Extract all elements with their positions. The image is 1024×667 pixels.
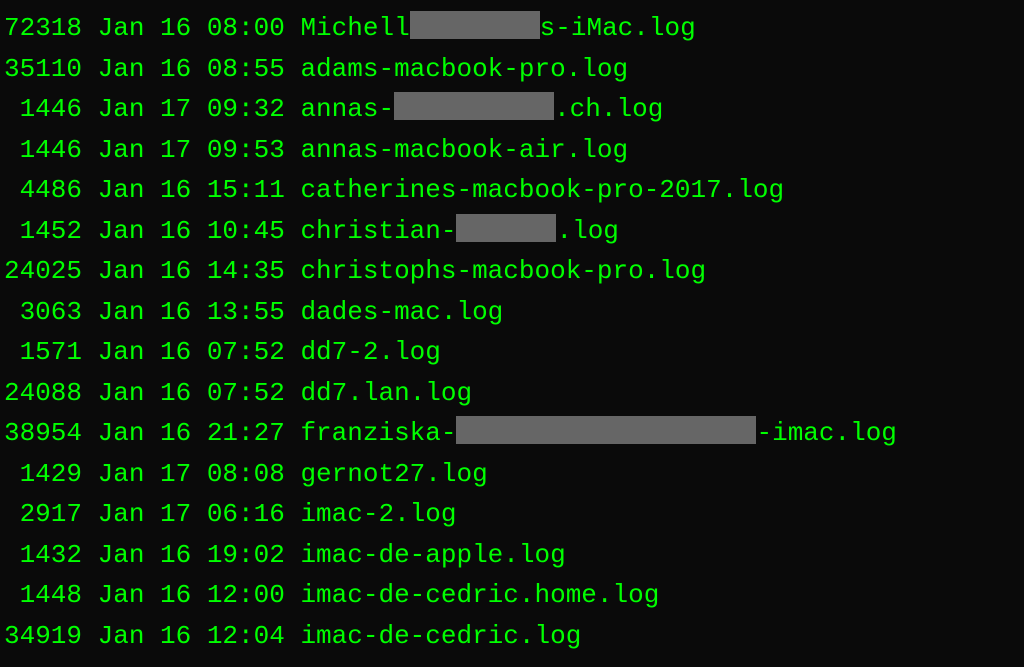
file-date: Jan 17 08:08 [98,454,285,494]
file-date: Jan 16 07:52 [98,373,285,413]
file-name-prefix: Michell [300,13,409,43]
file-size: 24025 [4,251,82,291]
file-size: 72318 [4,8,82,48]
file-date: Jan 17 09:53 [98,130,285,170]
redacted-block [456,214,556,242]
file-name: Michell s-iMac.log [300,8,695,48]
file-size: 1448 [4,575,82,615]
file-listing-row: 24025 Jan 16 14:35 christophs-macbook-pr… [4,251,1020,292]
file-listing-row: 3063 Jan 16 13:55 dades-mac.log [4,292,1020,333]
file-name-prefix: annas-macbook-air.log [300,135,628,165]
file-listing-row: 2917 Jan 17 06:16 imac-2.log [4,494,1020,535]
file-name-prefix: imac-de-cedric.home.log [300,580,659,610]
file-size: 1446 [4,89,82,129]
file-size: 24088 [4,373,82,413]
file-name-suffix: s-iMac.log [540,13,696,43]
file-date: Jan 16 07:52 [98,332,285,372]
file-name: imac-2.log [300,494,456,534]
file-listing-row: 38954 Jan 16 21:27 franziska- -imac.log [4,413,1020,454]
file-name: imac-de-cedric.home.log [300,575,659,615]
file-name: imac-de-apple.log [300,535,565,575]
file-name-prefix: imac-de-cedric.log [300,621,581,651]
file-name: christophs-macbook-pro.log [300,251,706,291]
file-name-prefix: imac-de-apple.log [300,540,565,570]
file-date: Jan 17 06:16 [98,494,285,534]
file-date: Jan 16 12:04 [98,616,285,656]
file-name-prefix: dades-mac.log [300,297,503,327]
file-size: 2917 [4,494,82,534]
file-size: 1446 [4,130,82,170]
file-name: franziska- -imac.log [300,413,896,453]
file-size: 1571 [4,332,82,372]
file-name-prefix: dd7-2.log [300,337,440,367]
file-name-prefix: catherines-macbook-pro-2017.log [300,175,784,205]
file-size: 38954 [4,413,82,453]
redacted-block [394,92,554,120]
file-size: 1432 [4,535,82,575]
file-listing-row: 1448 Jan 16 12:00 imac-de-cedric.home.lo… [4,575,1020,616]
file-date: Jan 16 19:02 [98,535,285,575]
file-listing-row: 24088 Jan 16 07:52 dd7.lan.log [4,373,1020,414]
file-size: 1429 [4,454,82,494]
file-date: Jan 16 13:55 [98,292,285,332]
file-listing-row: 1446 Jan 17 09:32 annas- .ch.log [4,89,1020,130]
file-size: 1452 [4,211,82,251]
file-name-suffix: -imac.log [756,418,896,448]
file-size: 3063 [4,292,82,332]
file-listing-row: 34919 Jan 16 12:04 imac-de-cedric.log [4,616,1020,657]
file-name: catherines-macbook-pro-2017.log [300,170,784,210]
file-listing-row: 1429 Jan 17 08:08 gernot27.log [4,454,1020,495]
file-name-prefix: christophs-macbook-pro.log [300,256,706,286]
file-name: christian- .log [300,211,618,251]
file-listing-row: 1452 Jan 16 10:45 christian- .log [4,211,1020,252]
redacted-block [410,11,540,39]
file-name-prefix: franziska- [300,418,456,448]
file-date: Jan 16 12:00 [98,575,285,615]
file-name-prefix: imac-2.log [300,499,456,529]
file-name: annas-macbook-air.log [300,130,628,170]
file-listing-row: 35110 Jan 16 08:55 adams-macbook-pro.log [4,49,1020,90]
file-name: dades-mac.log [300,292,503,332]
file-date: Jan 16 21:27 [98,413,285,453]
terminal-output: 72318 Jan 16 08:00 Michell s-iMac.log 3511… [4,8,1020,656]
file-name: annas- .ch.log [300,89,663,129]
file-date: Jan 16 14:35 [98,251,285,291]
file-name: dd7-2.log [300,332,440,372]
file-name: gernot27.log [300,454,487,494]
file-listing-row: 1446 Jan 17 09:53 annas-macbook-air.log [4,130,1020,171]
file-size: 34919 [4,616,82,656]
file-size: 4486 [4,170,82,210]
file-date: Jan 17 09:32 [98,89,285,129]
file-name: dd7.lan.log [300,373,472,413]
file-listing-row: 1432 Jan 16 19:02 imac-de-apple.log [4,535,1020,576]
file-date: Jan 16 15:11 [98,170,285,210]
file-name-prefix: christian- [300,216,456,246]
file-size: 35110 [4,49,82,89]
file-listing-row: 72318 Jan 16 08:00 Michell s-iMac.log [4,8,1020,49]
file-date: Jan 16 10:45 [98,211,285,251]
file-name-suffix: .log [556,216,618,246]
file-name-prefix: gernot27.log [300,459,487,489]
file-name: imac-de-cedric.log [300,616,581,656]
file-name-prefix: adams-macbook-pro.log [300,54,628,84]
file-name-suffix: .ch.log [554,94,663,124]
file-name: adams-macbook-pro.log [300,49,628,89]
redacted-block [456,416,756,444]
file-date: Jan 16 08:55 [98,49,285,89]
file-date: Jan 16 08:00 [98,8,285,48]
file-name-prefix: annas- [300,94,394,124]
file-listing-row: 1571 Jan 16 07:52 dd7-2.log [4,332,1020,373]
file-listing-row: 4486 Jan 16 15:11 catherines-macbook-pro… [4,170,1020,211]
file-name-prefix: dd7.lan.log [300,378,472,408]
